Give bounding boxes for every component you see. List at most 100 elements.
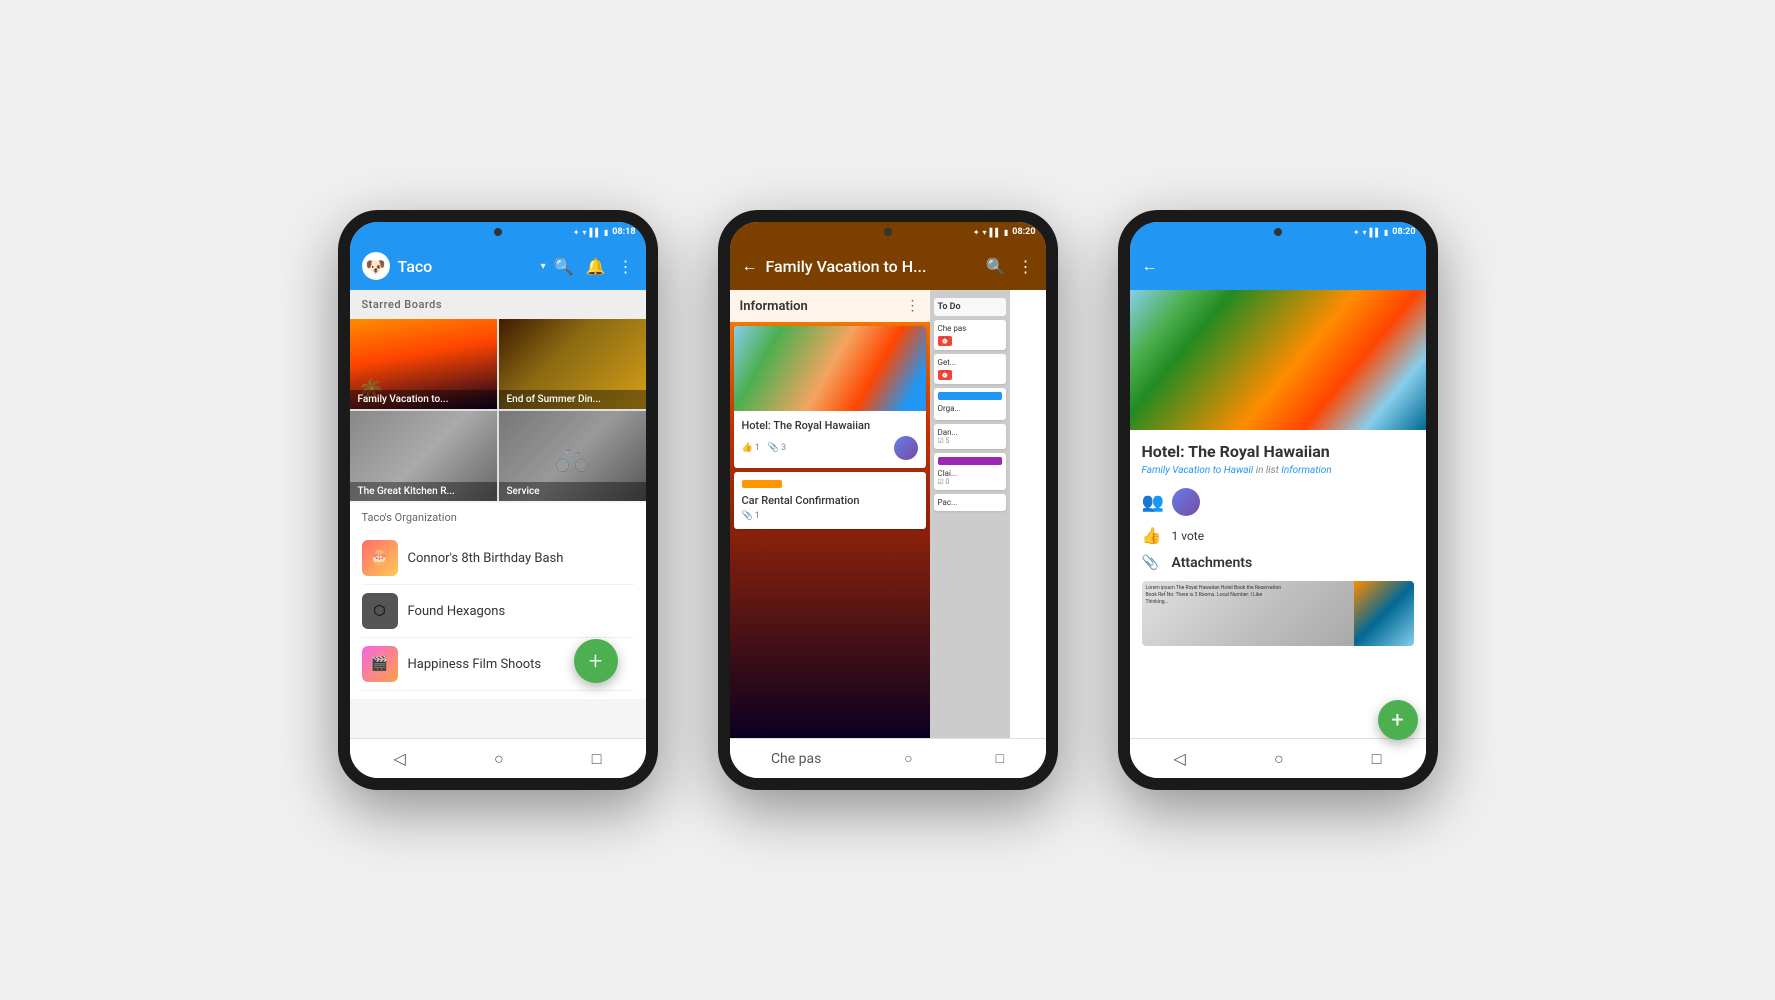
org-name-3: Happiness Film Shoots: [408, 657, 542, 672]
todo-card-4[interactable]: Dan... ☑ 5: [934, 424, 1006, 449]
rental-card-title: Car Rental Confirmation: [742, 494, 918, 507]
blue-bar: [938, 392, 1002, 400]
todo-check-5: ☑ 0: [938, 478, 1002, 486]
fab-add[interactable]: +: [574, 639, 618, 683]
rental-meta: 📎 1: [742, 511, 918, 521]
nav-home-1[interactable]: ○: [494, 749, 504, 769]
org-name-1: Connor's 8th Birthday Bash: [408, 551, 564, 566]
org-label: Taco's Organization: [362, 511, 634, 524]
todo-check-4: ☑ 5: [938, 437, 1002, 445]
search-icon-2[interactable]: 🔍: [986, 257, 1006, 276]
todo-card-1[interactable]: Che pas ⏰: [934, 320, 1006, 350]
rental-card[interactable]: Car Rental Confirmation 📎 1: [734, 472, 926, 529]
phone-3: ✦ ▾ ▌▌ ▮ 08:20 ← Hotel: The Royal Hawaii…: [1118, 210, 1438, 790]
todo-text-4: Dan...: [938, 428, 1002, 437]
thumb-text-content: Lorem ipsum The Royal Hawaiian Hotel Boo…: [1146, 585, 1286, 606]
status-time-3: 08:20: [1392, 227, 1415, 237]
status-icons-1: ✦ ▾ ▌▌ ▮: [573, 228, 608, 237]
nav-back-2[interactable]: Che pas: [771, 751, 821, 767]
nav-back-3[interactable]: ◁: [1174, 749, 1186, 768]
bottom-nav-2: Che pas ○ □: [730, 738, 1046, 778]
status-time-1: 08:18: [612, 227, 635, 237]
phone-screen-1: ✦ ▾ ▌▌ ▮ 08:18 🐶 Taco ▾ 🔍 🔔 ⋮ Starred Bo…: [350, 222, 646, 778]
members-icon: 👥: [1142, 492, 1162, 513]
member-avatar: [1172, 488, 1200, 516]
org-item-2[interactable]: ⬡ Found Hexagons: [362, 585, 634, 638]
back-button-3[interactable]: ←: [1142, 256, 1158, 276]
phone-camera-3: [1274, 228, 1282, 236]
hotel-title: Hotel: The Royal Hawaiian: [1142, 442, 1414, 461]
app-bar-1: 🐶 Taco ▾ 🔍 🔔 ⋮: [350, 242, 646, 290]
rental-orange-label: [742, 480, 782, 488]
rental-attach-num: 1: [755, 511, 760, 521]
wifi-icon: ▾: [583, 228, 587, 237]
todo-column: To Do Che pas ⏰ Get... ⏰: [930, 290, 1010, 738]
detail-body: Hotel: The Royal Hawaiian Family Vacatio…: [1130, 430, 1426, 738]
more-icon[interactable]: ⋮: [618, 257, 634, 276]
todo-card-2[interactable]: Get... ⏰: [934, 354, 1006, 384]
like-number: 1: [755, 443, 760, 453]
more-icon-2[interactable]: ⋮: [1018, 257, 1034, 276]
search-icon[interactable]: 🔍: [554, 257, 574, 276]
taco-avatar: 🐶: [362, 252, 390, 280]
detail-fab[interactable]: +: [1378, 700, 1418, 738]
board-tile-2[interactable]: End of Summer Din...: [499, 319, 646, 409]
bt-icon-3: ✦: [1353, 228, 1360, 237]
bell-icon[interactable]: 🔔: [586, 257, 606, 276]
nav-home-3[interactable]: ○: [1274, 749, 1284, 769]
attachment-icon: 📎: [1142, 555, 1162, 571]
nav-home-2[interactable]: ○: [904, 750, 912, 767]
app-bar-3: ←: [1130, 242, 1426, 290]
header-icons-2[interactable]: 🔍 ⋮: [986, 257, 1034, 276]
board-tile-label-2: End of Summer Din...: [499, 390, 646, 409]
todo-card-5[interactable]: Clai... ☑ 0: [934, 453, 1006, 490]
hotel-card[interactable]: Hotel: The Royal Hawaiian 👍 1 📎 3: [734, 326, 926, 468]
nav-recents-3[interactable]: □: [1372, 749, 1382, 769]
phone-camera-1: [494, 228, 502, 236]
board-tile-1[interactable]: 🌴 Family Vacation to...: [350, 319, 497, 409]
status-time-2: 08:20: [1012, 227, 1035, 237]
board-tile-4[interactable]: 🚲 Service: [499, 411, 646, 501]
hotel-card-title: Hotel: The Royal Hawaiian: [742, 419, 918, 432]
attachments-row: 📎 Attachments: [1142, 555, 1414, 571]
nav-back-1[interactable]: ◁: [394, 749, 406, 768]
app-title-1: Taco: [398, 257, 533, 276]
info-column: Information ⋮ Hotel: The Royal Hawaiian …: [730, 290, 930, 738]
board-tile-3[interactable]: The Great Kitchen R...: [350, 411, 497, 501]
phone-camera-2: [884, 228, 892, 236]
header-icons-1[interactable]: 🔍 🔔 ⋮: [554, 257, 634, 276]
todo-card-3[interactable]: Orga...: [934, 388, 1006, 420]
back-button-2[interactable]: ←: [742, 256, 758, 276]
rental-attach: 📎 1: [742, 511, 760, 521]
info-list-header: Information ⋮: [730, 290, 930, 322]
board-name-link[interactable]: Family Vacation to Hawaii: [1142, 465, 1254, 476]
bluetooth-icon: ✦: [573, 228, 580, 237]
org-item-1[interactable]: 🎂 Connor's 8th Birthday Bash: [362, 532, 634, 585]
overdue-badge-2: ⏰: [938, 370, 953, 380]
list-name-link[interactable]: Information: [1281, 465, 1331, 476]
todo-text-2: Get...: [938, 358, 1002, 367]
vote-row: 👍 1 vote: [1142, 526, 1414, 545]
like-count: 👍 1: [742, 443, 760, 453]
nav-recents-2[interactable]: □: [996, 750, 1004, 767]
thumb-hotel-img: [1354, 581, 1414, 646]
attachment-thumbnail[interactable]: Lorem ipsum The Royal Hawaiian Hotel Boo…: [1142, 581, 1414, 646]
phone-screen-2: ✦ ▾ ▌▌ ▮ 08:20 ← Family Vacation to H...…: [730, 222, 1046, 778]
phone1-content: Starred Boards 🌴 Family Vacation to... E…: [350, 290, 646, 738]
nav-recents-1[interactable]: □: [592, 749, 602, 769]
attachments-title: Attachments: [1172, 555, 1253, 571]
clock-icon-1: ⏰: [941, 337, 950, 345]
todo-card-6[interactable]: Pac...: [934, 494, 1006, 511]
todo-text-6: Pac...: [938, 498, 1002, 507]
clock-icon-2: ⏰: [941, 371, 950, 379]
attach-count: 📎 3: [768, 443, 786, 453]
board-tile-label-1: Family Vacation to...: [350, 390, 497, 409]
list-more-icon[interactable]: ⋮: [906, 298, 920, 314]
todo-title: To Do: [938, 302, 961, 312]
todo-text-1: Che pas: [938, 324, 1002, 333]
board-grid: 🌴 Family Vacation to... End of Summer Di…: [350, 319, 646, 501]
bt-icon-2: ✦: [973, 228, 980, 237]
card-detail-content: Hotel: The Royal Hawaiian Family Vacatio…: [1130, 290, 1426, 738]
rental-attach-icon: 📎: [742, 511, 753, 521]
thumb-icon[interactable]: 👍: [1142, 526, 1162, 545]
